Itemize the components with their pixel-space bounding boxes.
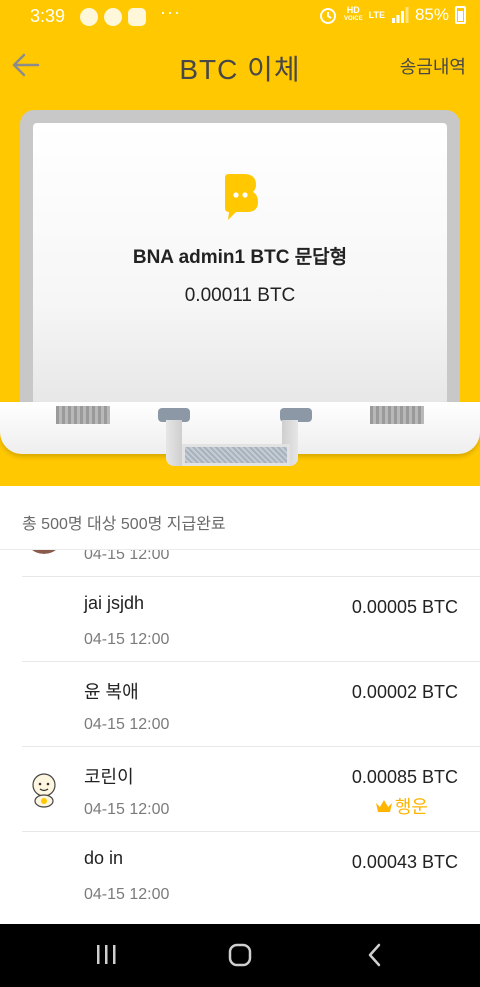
home-button[interactable] bbox=[200, 924, 280, 987]
list-item[interactable]: 04-15 12:00 bbox=[0, 550, 480, 577]
card-title: BNA admin1 BTC 문답형 bbox=[132, 247, 348, 268]
chrome-notification-icon bbox=[104, 8, 122, 26]
card-amount: 0.00011 BTC bbox=[184, 285, 296, 306]
recipient-amount: 0.00085 BTC bbox=[351, 767, 458, 787]
hd-label: HD bbox=[346, 5, 360, 15]
crown-icon bbox=[375, 800, 392, 812]
recipient-date: 04-15 12:00 bbox=[84, 550, 170, 563]
lucky-badge: 행운 bbox=[375, 793, 428, 819]
recipient-date: 04-15 12:00 bbox=[84, 631, 170, 648]
hd-voice-indicator: HD VOICE bbox=[344, 6, 363, 24]
system-navigation-bar bbox=[0, 924, 480, 987]
chevron-left-icon bbox=[368, 943, 381, 967]
character-avatar bbox=[32, 773, 56, 808]
recipient-name: 코린이 bbox=[84, 767, 134, 787]
list-item[interactable]: 윤 복애 04-15 12:00 0.00002 BTC bbox=[0, 662, 480, 747]
recipient-name: jai jsjdh bbox=[84, 593, 145, 613]
voice-label: VOICE bbox=[343, 16, 363, 22]
payout-summary: 총 500명 대상 500명 지급완료 bbox=[22, 516, 226, 533]
lte-indicator: LTE bbox=[368, 9, 385, 20]
system-back-button[interactable] bbox=[334, 924, 414, 987]
profile-photo-avatar bbox=[32, 550, 56, 554]
recent-apps-icon bbox=[97, 945, 116, 964]
briefcase-latch-left bbox=[56, 406, 110, 424]
transfer-history-button[interactable]: 송금내역 bbox=[400, 53, 466, 79]
summary-bar: 총 500명 대상 500명 지급완료 bbox=[0, 486, 480, 550]
lucky-label: 행운 bbox=[394, 797, 428, 817]
recent-apps-button[interactable] bbox=[66, 924, 146, 987]
recipient-amount: 0.00002 BTC bbox=[351, 682, 458, 702]
message-notification-icon bbox=[80, 8, 98, 26]
bna-chat-logo-icon bbox=[225, 174, 258, 220]
briefcase-latch-right bbox=[370, 406, 424, 424]
list-item[interactable]: 코린이 04-15 12:00 0.00085 BTC 행운 bbox=[0, 747, 480, 832]
list-item[interactable]: do in 04-15 12:00 0.00043 BTC bbox=[0, 832, 480, 917]
recipient-name: 윤 복애 bbox=[84, 682, 139, 702]
status-time: 3:39 bbox=[30, 6, 66, 26]
status-right: HD VOICE LTE 85% bbox=[318, 5, 466, 25]
more-notifications-icon: ··· bbox=[160, 2, 181, 22]
recipient-list[interactable]: 04-15 12:00 jai jsjdh 04-15 12:00 0.0000… bbox=[0, 550, 480, 924]
header: BTC 이체 송금내역 BNA admin1 BTC 문답형 0.00011 B… bbox=[0, 34, 480, 486]
recipient-date: 04-15 12:00 bbox=[84, 801, 170, 818]
briefcase-handle bbox=[182, 444, 290, 466]
briefcase-card bbox=[33, 123, 447, 423]
app-notification-icon bbox=[128, 8, 146, 26]
list-item[interactable]: jai jsjdh 04-15 12:00 0.00005 BTC bbox=[0, 577, 480, 662]
recipient-date: 04-15 12:00 bbox=[84, 886, 170, 903]
recipient-name: do in bbox=[84, 848, 124, 868]
status-bar: 3:39 ··· HD VOICE LTE 85% bbox=[0, 0, 480, 34]
recipient-amount: 0.00043 BTC bbox=[351, 852, 458, 872]
recipient-amount: 0.00005 BTC bbox=[351, 597, 458, 617]
recipient-date: 04-15 12:00 bbox=[84, 716, 170, 733]
battery-icon bbox=[455, 6, 466, 24]
signal-icon bbox=[391, 7, 409, 23]
battery-percent: 85% bbox=[414, 5, 449, 24]
home-icon bbox=[228, 943, 252, 967]
handle-arm-left bbox=[166, 420, 182, 466]
alarm-icon bbox=[319, 8, 336, 24]
